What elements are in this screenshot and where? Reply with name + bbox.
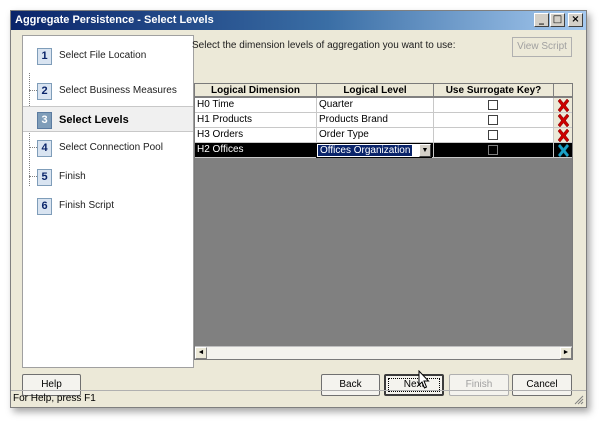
cell-logical-level[interactable]: Quarter <box>317 98 434 113</box>
surrogate-key-checkbox[interactable] <box>488 115 498 125</box>
surrogate-key-checkbox[interactable] <box>488 100 498 110</box>
delete-x-icon <box>557 128 569 142</box>
cell-surrogate-key <box>434 98 554 113</box>
cell-logical-dimension[interactable]: H3 Orders <box>195 128 317 143</box>
step-label: Select File Location <box>59 50 147 61</box>
step-label: Select Levels <box>59 114 129 126</box>
wizard-window: Aggregate Persistence - Select Levels _ … <box>10 10 587 408</box>
tree-connector <box>29 147 37 148</box>
cell-logical-dimension[interactable]: H1 Products <box>195 113 317 128</box>
view-script-button[interactable]: View Script <box>512 37 572 57</box>
step-label: Finish <box>59 171 86 182</box>
delete-row-button[interactable] <box>554 113 572 128</box>
step-number: 3 <box>37 112 52 129</box>
horizontal-scrollbar[interactable]: ◄ ► <box>195 346 572 359</box>
step-select-levels[interactable]: 3 Select Levels <box>23 106 193 132</box>
chevron-down-icon[interactable]: ▼ <box>419 144 431 157</box>
step-number: 1 <box>37 48 52 65</box>
step-label: Select Business Measures <box>59 85 177 96</box>
close-button[interactable]: × <box>568 13 583 27</box>
window-controls: _ □ × <box>534 13 583 27</box>
instruction-text: Select the dimension levels of aggregati… <box>192 40 456 51</box>
delete-x-icon <box>557 98 569 112</box>
step-number: 2 <box>37 83 52 100</box>
surrogate-key-checkbox[interactable] <box>488 130 498 140</box>
cell-logical-dimension[interactable]: H2 Offices <box>195 143 317 158</box>
surrogate-key-checkbox[interactable] <box>488 145 498 155</box>
column-header-logical-dimension[interactable]: Logical Dimension <box>195 84 317 97</box>
wizard-steps-panel: 1 Select File Location 2 Select Business… <box>22 35 194 368</box>
scroll-left-arrow-icon[interactable]: ◄ <box>195 347 207 359</box>
logical-level-dropdown[interactable]: Offices Organization ▼ <box>316 143 432 158</box>
delete-row-button[interactable] <box>554 128 572 143</box>
step-finish-script[interactable]: 6 Finish Script <box>23 193 193 219</box>
step-finish[interactable]: 5 Finish <box>23 164 193 190</box>
cell-logical-dimension[interactable]: H0 Time <box>195 98 317 113</box>
title-bar[interactable]: Aggregate Persistence - Select Levels _ … <box>11 11 586 30</box>
maximize-button[interactable]: □ <box>550 13 565 27</box>
delete-x-icon <box>557 113 569 127</box>
column-header-logical-level[interactable]: Logical Level <box>317 84 434 97</box>
status-text: For Help, press F1 <box>13 393 96 404</box>
delete-row-button[interactable] <box>554 143 572 158</box>
cell-surrogate-key <box>434 113 554 128</box>
step-label: Finish Script <box>59 200 115 211</box>
step-number: 5 <box>37 169 52 186</box>
minimize-button[interactable]: _ <box>534 13 549 27</box>
cell-surrogate-key <box>434 128 554 143</box>
delete-x-icon <box>557 143 569 157</box>
step-select-business-measures[interactable]: 2 Select Business Measures <box>23 78 193 104</box>
tree-connector <box>29 176 37 177</box>
step-number: 6 <box>37 198 52 215</box>
resize-grip-icon[interactable] <box>574 395 584 405</box>
step-select-file-location[interactable]: 1 Select File Location <box>23 43 193 69</box>
cell-logical-level[interactable]: Products Brand <box>317 113 434 128</box>
step-select-connection-pool[interactable]: 4 Select Connection Pool <box>23 135 193 161</box>
column-header-actions <box>554 84 572 97</box>
step-label: Select Connection Pool <box>59 142 163 153</box>
step-number: 4 <box>37 140 52 157</box>
column-header-use-surrogate-key[interactable]: Use Surrogate Key? <box>434 84 554 97</box>
delete-row-button[interactable] <box>554 98 572 113</box>
tree-connector <box>29 90 37 91</box>
mouse-pointer-icon <box>418 370 430 389</box>
scroll-right-arrow-icon[interactable]: ► <box>560 347 572 359</box>
dropdown-selected-value: Offices Organization <box>318 145 413 156</box>
cell-surrogate-key <box>434 143 554 158</box>
status-bar: For Help, press F1 <box>11 390 586 407</box>
levels-grid[interactable]: Logical Dimension Logical Level Use Surr… <box>194 83 573 360</box>
cell-logical-level[interactable]: Order Type <box>317 128 434 143</box>
window-title: Aggregate Persistence - Select Levels <box>15 14 214 26</box>
